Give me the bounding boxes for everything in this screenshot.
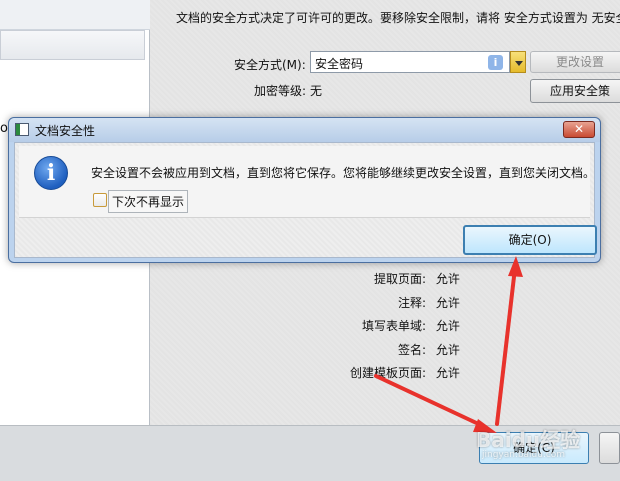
document-security-dialog: 文档安全性 ✕ i 安全设置不会被应用到文档，直到您将它保存。您将能够继续更改安… [8,117,601,263]
change-settings-button[interactable]: 更改设置 [530,51,620,73]
security-method-dropdown-button[interactable] [510,51,526,73]
permission-label: 注释: [398,296,427,310]
security-method-select[interactable]: 安全密码 i [310,51,510,73]
permission-label: 提取页面: [374,272,427,286]
dont-show-again-label[interactable]: 下次不再显示 [108,190,189,213]
app-window-icon [15,123,29,136]
permission-row: 创建模板页面: 允许 [350,364,460,381]
dialog-body: i 安全设置不会被应用到文档，直到您将它保存。您将能够继续更改安全设置，直到您关… [14,142,597,258]
permission-row: 注释: 允许 [398,294,460,311]
permission-label: 签名: [398,343,427,357]
permission-value: 允许 [435,272,460,286]
permission-value: 允许 [435,366,460,380]
permission-value: 允许 [435,319,460,333]
watermark-text: Baidu经验 [476,428,581,452]
ok-button[interactable]: 确定(O) [463,225,597,255]
security-method-value: 安全密码 [315,57,364,71]
dont-show-again-checkbox[interactable] [93,193,107,207]
baidu-watermark: Baidu经验 jingyan.baidu.com [476,424,586,466]
dialog-titlebar: 文档安全性 ✕ [9,118,600,142]
permission-value: 允许 [435,296,460,310]
apply-security-policy-button[interactable]: 应用安全策 [530,79,620,103]
dialog-message: 安全设置不会被应用到文档，直到您将它保存。您将能够继续更改安全设置，直到您关闭文… [91,166,596,180]
permission-label: 创建模板页面: [350,366,427,380]
encryption-label: 加密等级: [254,84,307,98]
pane-header [0,30,145,60]
close-icon: ✕ [573,122,585,136]
security-notice: 文档的安全方式决定了可许可的更改。要移除安全限制，请将 安全方式设置为 无安全 [176,11,620,25]
permission-row: 提取页面: 允许 [374,270,460,287]
bottom-secondary-button[interactable] [599,432,620,464]
encryption-value: 无 [310,84,323,98]
pane-top-strip [0,0,150,30]
permission-value: 允许 [435,343,460,357]
watermark-subtext: jingyan.baidu.com [482,450,566,460]
permission-row: 签名: 允许 [398,341,460,358]
close-button[interactable]: ✕ [563,121,595,138]
chevron-down-icon [515,61,523,66]
info-icon: i [34,156,68,190]
security-method-label: 安全方式(M): [234,58,306,72]
field-info-icon: i [488,55,503,70]
permission-label: 填写表单域: [362,319,427,333]
message-area: i 安全设置不会被应用到文档，直到您将它保存。您将能够继续更改安全设置，直到您关… [19,146,595,218]
permission-row: 填写表单域: 允许 [362,317,460,334]
dialog-title: 文档安全性 [35,124,96,138]
